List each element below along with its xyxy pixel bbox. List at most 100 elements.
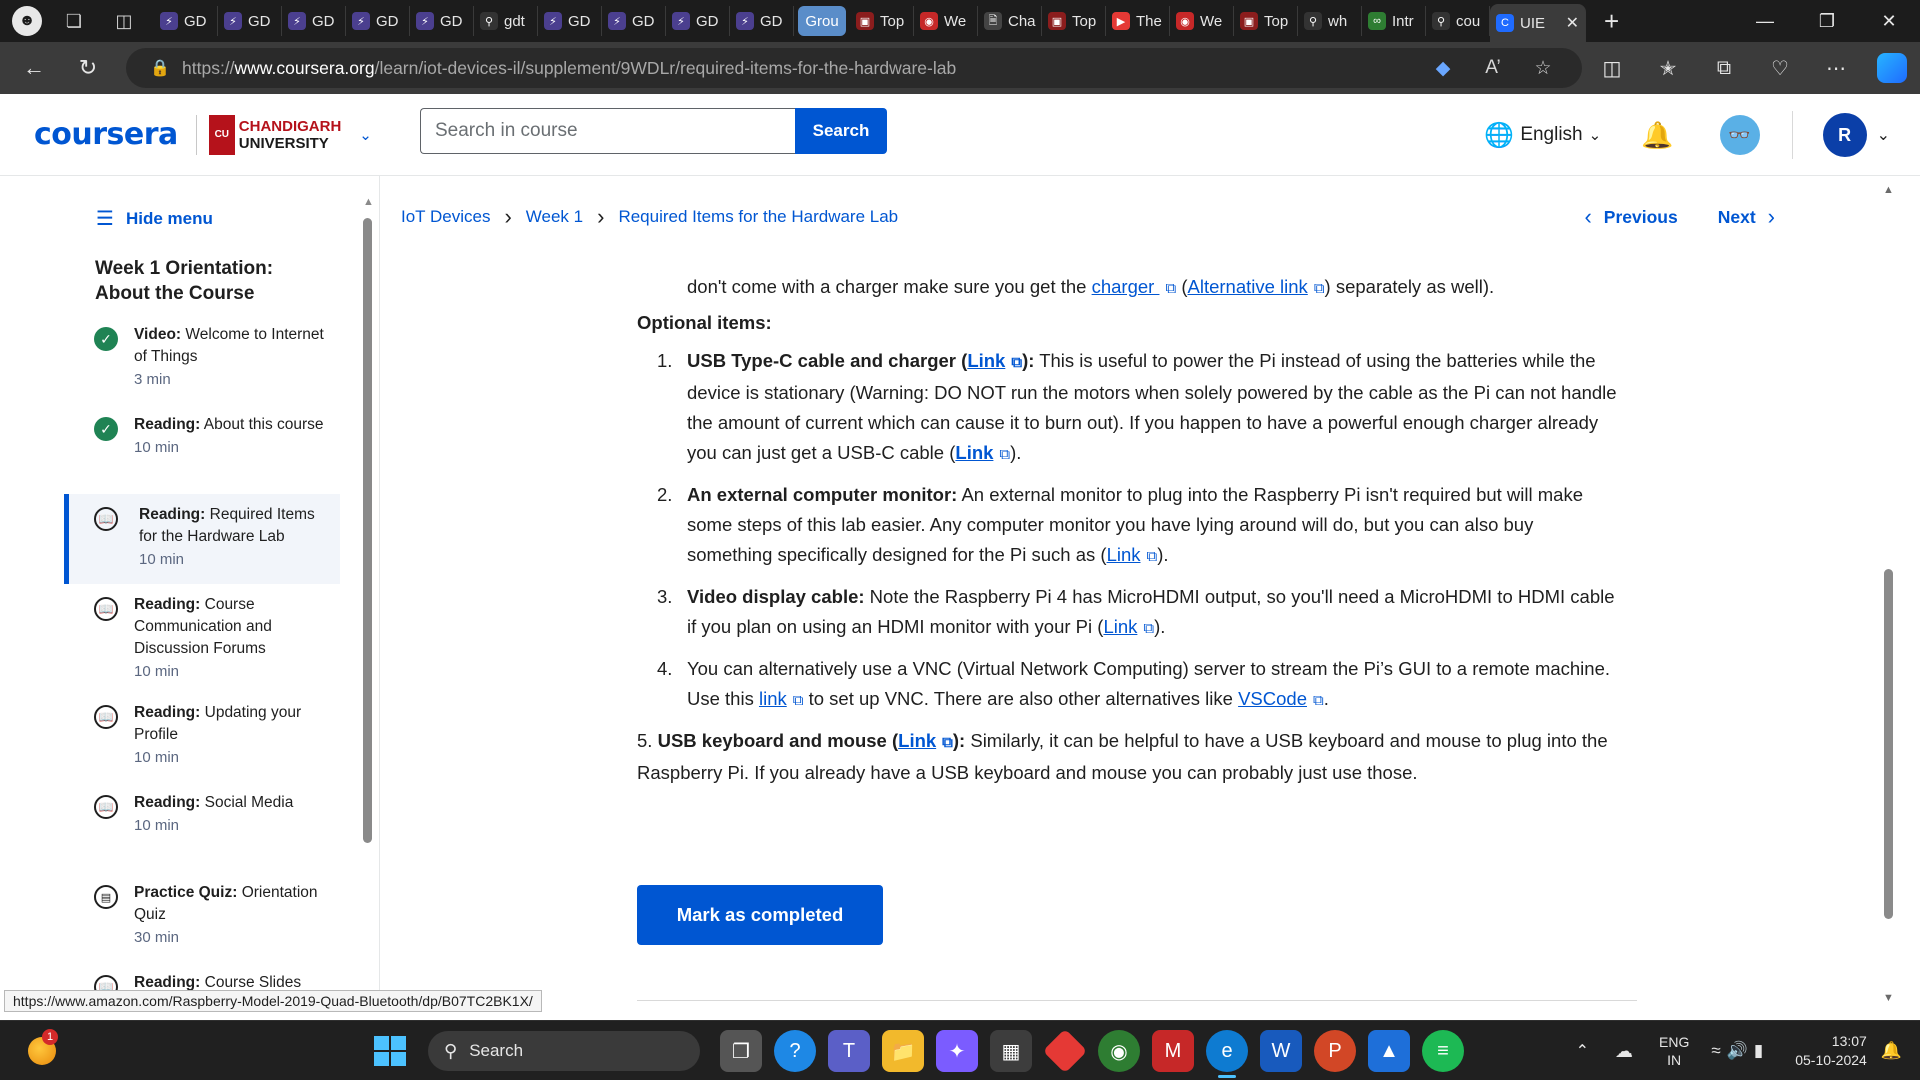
tray-chevron-up-icon[interactable]: ⌃ xyxy=(1576,1041,1589,1061)
wifi-volume-battery-icons[interactable]: ≈🔊▮ xyxy=(1711,1041,1769,1061)
microsoft-store-icon[interactable]: ▦ xyxy=(990,1030,1032,1072)
next-button[interactable]: Next › xyxy=(1718,204,1787,230)
search-button[interactable]: Search xyxy=(795,108,887,154)
usb-c-charger-link[interactable]: Link xyxy=(967,350,1005,371)
minimize-icon[interactable]: — xyxy=(1734,0,1796,42)
browser-tab[interactable]: ∞ Intr xyxy=(1362,6,1426,36)
lock-icon[interactable]: 🔒 xyxy=(150,58,170,78)
sidebar-item[interactable]: ✓ Reading: About this course 10 min xyxy=(64,404,340,494)
new-tab-button[interactable]: + xyxy=(1604,6,1619,37)
sidebar-scroll-thumb[interactable] xyxy=(363,218,372,843)
onedrive-icon[interactable]: ☁ xyxy=(1615,1041,1633,1062)
copilot-app-icon[interactable]: ✦ xyxy=(936,1030,978,1072)
partner-logo[interactable]: CU CHANDIGARH UNIVERSITY xyxy=(208,114,341,155)
search-input[interactable] xyxy=(420,108,795,154)
favorites-icon[interactable]: ✭ xyxy=(1640,56,1696,81)
browser-tab[interactable]: ⚡ GD xyxy=(602,6,666,36)
browser-essentials-icon[interactable]: ♡ xyxy=(1752,56,1808,81)
chrome-icon[interactable]: ◉ xyxy=(1098,1030,1140,1072)
more-options-icon[interactable]: ⋯ xyxy=(1808,56,1864,81)
coursera-logo[interactable]: coursera xyxy=(34,117,178,152)
page-scroll-thumb[interactable] xyxy=(1884,569,1893,919)
tab-group-label[interactable]: Grou xyxy=(798,6,846,36)
scroll-down-arrow-icon[interactable]: ▼ xyxy=(1883,992,1894,1002)
browser-tab[interactable]: ⚲ wh xyxy=(1298,6,1362,36)
anydesk-icon[interactable] xyxy=(1042,1028,1088,1074)
sidebar-item[interactable]: 📖 Reading: Social Media 10 min xyxy=(64,782,340,872)
browser-tab[interactable]: ◉ We xyxy=(1170,6,1234,36)
scroll-up-arrow-icon[interactable]: ▲ xyxy=(1883,184,1894,196)
browser-tab[interactable]: ⚡ GD xyxy=(410,6,474,36)
charger-link[interactable]: charger xyxy=(1092,276,1160,297)
browser-tab[interactable]: ⚡ GD xyxy=(282,6,346,36)
vscode-link[interactable]: VSCode xyxy=(1238,688,1307,709)
previous-button[interactable]: ‹ Previous xyxy=(1572,204,1677,230)
sidebar-item[interactable]: ✓ Video: Welcome to Internet of Things 3 m… xyxy=(64,314,340,404)
photos-icon[interactable]: ▲ xyxy=(1368,1030,1410,1072)
breadcrumb-course[interactable]: IoT Devices xyxy=(401,207,490,227)
copilot-icon[interactable] xyxy=(1877,53,1907,83)
address-bar[interactable]: 🔒 https://www.coursera.org/learn/iot-dev… xyxy=(126,48,1582,88)
notification-icon[interactable]: 🔔 xyxy=(1881,1041,1902,1061)
page-scrollbar[interactable]: ▲ ▼ xyxy=(1881,184,1895,1002)
restore-icon[interactable]: ❐ xyxy=(1796,0,1858,42)
powerpoint-icon[interactable]: P xyxy=(1314,1030,1356,1072)
back-icon[interactable]: ← xyxy=(14,48,54,88)
browser-tab[interactable]: ◉ We xyxy=(914,6,978,36)
breadcrumb-current[interactable]: Required Items for the Hardware Lab xyxy=(618,207,898,227)
help-icon[interactable]: ? xyxy=(774,1030,816,1072)
close-tab-icon[interactable]: ✕ xyxy=(1566,13,1579,33)
mcafee-icon[interactable]: M xyxy=(1152,1030,1194,1072)
sidebar-item[interactable]: 📖 Reading: Updating your Profile 10 min xyxy=(64,692,340,782)
coupon-tag-icon[interactable]: ◆ xyxy=(1418,57,1468,80)
scroll-up-arrow-icon[interactable]: ▲ xyxy=(363,196,374,208)
browser-tab[interactable]: ⚡ GD xyxy=(730,6,794,36)
input-language[interactable]: ENG IN xyxy=(1659,1033,1689,1069)
hdmi-cable-link[interactable]: Link xyxy=(1103,616,1137,637)
vertical-tabs-icon[interactable]: ◫ xyxy=(106,6,142,36)
browser-tab[interactable]: ⚡ GD xyxy=(538,6,602,36)
keyboard-mouse-link[interactable]: Link xyxy=(898,730,936,751)
monitor-link[interactable]: Link xyxy=(1107,544,1141,565)
clock[interactable]: 13:07 05-10-2024 xyxy=(1795,1032,1867,1070)
notification-bell-icon[interactable]: 🔔 xyxy=(1641,120,1673,151)
spotify-icon[interactable]: ≡ xyxy=(1422,1030,1464,1072)
task-view-icon[interactable]: ❐ xyxy=(720,1030,762,1072)
vnc-link[interactable]: link xyxy=(759,688,787,709)
browser-tab[interactable]: C UIE ✕ xyxy=(1490,4,1586,42)
browser-tab[interactable]: ⚲ cou xyxy=(1426,6,1490,36)
coach-avatar-icon[interactable]: 👓 xyxy=(1719,115,1760,155)
windows-start-icon[interactable] xyxy=(374,1036,406,1066)
sidebar-item[interactable]: 📖 Reading: Course Communication and Discu… xyxy=(64,584,340,692)
edge-icon[interactable]: e xyxy=(1206,1030,1248,1078)
browser-profile-icon[interactable]: ☻ xyxy=(12,6,42,36)
mark-as-completed-button[interactable]: Mark as completed xyxy=(637,885,883,945)
user-menu-chevron-down-icon[interactable]: ⌄ xyxy=(1877,125,1890,145)
browser-tab[interactable]: ▣ Top xyxy=(850,6,914,36)
taskbar-search[interactable]: ⚲ Search xyxy=(428,1031,700,1071)
partner-chevron-down-icon[interactable]: ⌄ xyxy=(359,126,372,144)
refresh-icon[interactable]: ↻ xyxy=(68,48,108,88)
split-screen-icon[interactable]: ◫ xyxy=(1584,56,1640,81)
browser-tab[interactable]: ▣ Top xyxy=(1042,6,1106,36)
close-window-icon[interactable]: ✕ xyxy=(1858,0,1920,42)
usb-c-cable-link[interactable]: Link xyxy=(955,442,993,463)
word-icon[interactable]: W xyxy=(1260,1030,1302,1072)
browser-tab[interactable]: ⚡ GD xyxy=(218,6,282,36)
favorite-star-icon[interactable]: ☆ xyxy=(1518,57,1568,80)
browser-tab[interactable]: ⚡ GD xyxy=(346,6,410,36)
url-text[interactable]: https://www.coursera.org/learn/iot-devic… xyxy=(182,58,956,79)
browser-tab[interactable]: ▣ Top xyxy=(1234,6,1298,36)
user-avatar[interactable]: R xyxy=(1822,113,1867,157)
language-selector[interactable]: 🌐 English ⌄ xyxy=(1484,121,1601,150)
sidebar-item[interactable]: 📖 Reading: Required Items for the Hardwar… xyxy=(64,494,340,584)
alternative-link[interactable]: Alternative link xyxy=(1188,276,1308,297)
file-explorer-icon[interactable]: 📁 xyxy=(882,1030,924,1072)
hide-menu-button[interactable]: ☰ Hide menu xyxy=(96,206,213,231)
browser-tab[interactable]: 🗎 Cha xyxy=(978,6,1042,36)
collections-icon[interactable]: ⧉ xyxy=(1696,57,1752,80)
read-aloud-icon[interactable]: A’ xyxy=(1468,57,1518,80)
browser-tab[interactable]: ⚡ GD xyxy=(154,6,218,36)
browser-tab[interactable]: ▶ The xyxy=(1106,6,1170,36)
workspaces-icon[interactable]: ❏ xyxy=(56,6,92,36)
